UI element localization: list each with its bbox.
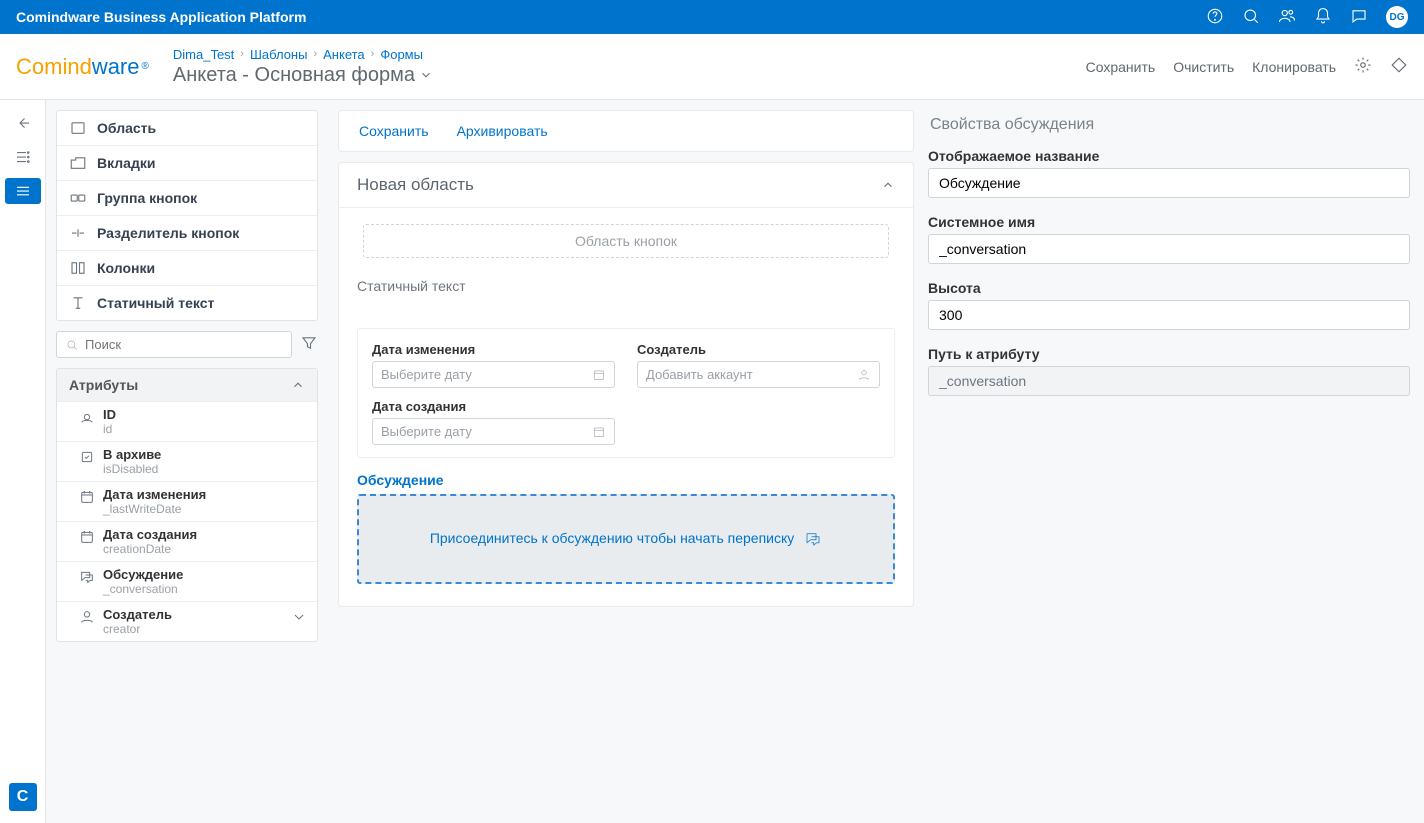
prop-input-path [928,366,1410,396]
chevron-up-icon [291,378,305,392]
properties-panel: Свойства обсуждения Отображаемое названи… [924,100,1424,823]
header: Comindware® Dima_Test› Шаблоны› Анкета› … [0,34,1424,100]
rail-bottom-logo[interactable]: C [9,783,37,811]
search-icon [65,338,79,352]
prop-label-path: Путь к атрибуту [928,346,1410,362]
topbar-icons: DG [1206,6,1408,28]
person-icon [857,368,871,382]
header-actions: Сохранить Очистить Клонировать [1086,56,1408,77]
attr-archive[interactable]: В архивеisDisabled [57,441,317,481]
pal-tabs[interactable]: Вкладки [57,146,317,181]
static-text-block[interactable]: Статичный текст [357,278,895,294]
main: C Область Вкладки Группа кнопок Разделит… [0,100,1424,823]
pal-region[interactable]: Область [57,111,317,146]
gear-icon[interactable] [1354,56,1372,77]
crumb-3[interactable]: Формы [380,47,423,62]
save-action[interactable]: Сохранить [1086,59,1156,75]
rail-item-2[interactable] [5,178,41,204]
logo: Comindware® [16,54,149,80]
palette-components: Область Вкладки Группа кнопок Разделител… [56,110,318,321]
bell-icon[interactable] [1314,7,1332,28]
attr-modified[interactable]: Дата изменения_lastWriteDate [57,481,317,521]
discussion-box[interactable]: Присоединитесь к обсуждению чтобы начать… [357,494,895,584]
archive-button[interactable]: Архивировать [457,123,548,139]
prop-input-height[interactable] [928,300,1410,330]
people-icon[interactable] [1278,7,1296,28]
chat-icon[interactable] [1350,7,1368,28]
properties-title: Свойства обсуждения [928,110,1410,148]
rail-item-1[interactable] [5,144,41,170]
chevron-up-icon [881,178,895,192]
prop-label-height: Высота [928,280,1410,296]
date-input-created[interactable]: Выберите дату [372,418,615,445]
palette-panel: Область Вкладки Группа кнопок Разделител… [46,100,328,823]
search-icon[interactable] [1242,7,1260,28]
calendar-icon [592,368,606,382]
field-modified-date: Дата изменения Выберите дату [372,341,615,388]
crumb-1[interactable]: Шаблоны [250,47,308,62]
attributes-header[interactable]: Атрибуты [57,369,317,401]
left-rail: C [0,100,46,823]
attr-created[interactable]: Дата созданияcreationDate [57,521,317,561]
region-box: Новая область Область кнопок Статичный т… [338,162,914,607]
calendar-icon [592,425,606,439]
header-center: Dima_Test› Шаблоны› Анкета› Формы Анкета… [173,47,1086,87]
help-icon[interactable] [1206,7,1224,28]
chat-icon [804,530,822,548]
crumb-0[interactable]: Dima_Test [173,47,234,62]
pal-button-separator[interactable]: Разделитель кнопок [57,216,317,251]
pal-button-group[interactable]: Группа кнопок [57,181,317,216]
page-title: Анкета - Основная форма [173,64,1086,87]
pal-static-text[interactable]: Статичный текст [57,286,317,320]
palette-search-row [56,331,318,358]
diamond-icon[interactable] [1390,56,1408,77]
prop-input-display[interactable] [928,168,1410,198]
clone-action[interactable]: Клонировать [1252,59,1336,75]
date-input-modified[interactable]: Выберите дату [372,361,615,388]
chevron-down-icon[interactable] [419,68,433,82]
crumb-2[interactable]: Анкета [323,47,365,62]
region-body: Область кнопок Статичный текст Дата изме… [339,208,913,606]
attributes-box: Атрибуты IDid В архивеisDisabled Дата из… [56,368,318,642]
button-area-placeholder[interactable]: Область кнопок [363,224,889,258]
center-column: Сохранить Архивировать Новая область Обл… [328,100,924,823]
clear-action[interactable]: Очистить [1173,59,1234,75]
attr-creator[interactable]: Создательcreator [57,601,317,641]
search-input[interactable] [56,331,292,358]
app-name: Comindware Business Application Platform [16,9,306,25]
filter-icon[interactable] [300,334,318,355]
avatar[interactable]: DG [1386,6,1408,28]
region-header[interactable]: Новая область [339,163,913,208]
topbar: Comindware Business Application Platform… [0,0,1424,34]
rail-collapse[interactable] [5,110,41,136]
discussion-label: Обсуждение [357,472,895,488]
attr-id[interactable]: IDid [57,401,317,441]
fields-grid: Дата изменения Выберите дату Создатель Д… [357,328,895,458]
prop-label-display: Отображаемое название [928,148,1410,164]
prop-label-system: Системное имя [928,214,1410,230]
prop-input-system[interactable] [928,234,1410,264]
account-input[interactable]: Добавить аккаунт [637,361,880,388]
canvas-toolbar: Сохранить Архивировать [338,110,914,152]
save-button[interactable]: Сохранить [359,123,429,139]
field-creator: Создатель Добавить аккаунт [637,341,880,445]
chevron-down-icon [291,609,307,625]
attr-conversation[interactable]: Обсуждение_conversation [57,561,317,601]
breadcrumb: Dima_Test› Шаблоны› Анкета› Формы [173,47,1086,62]
pal-columns[interactable]: Колонки [57,251,317,286]
field-created-date: Дата создания Выберите дату [372,398,615,445]
